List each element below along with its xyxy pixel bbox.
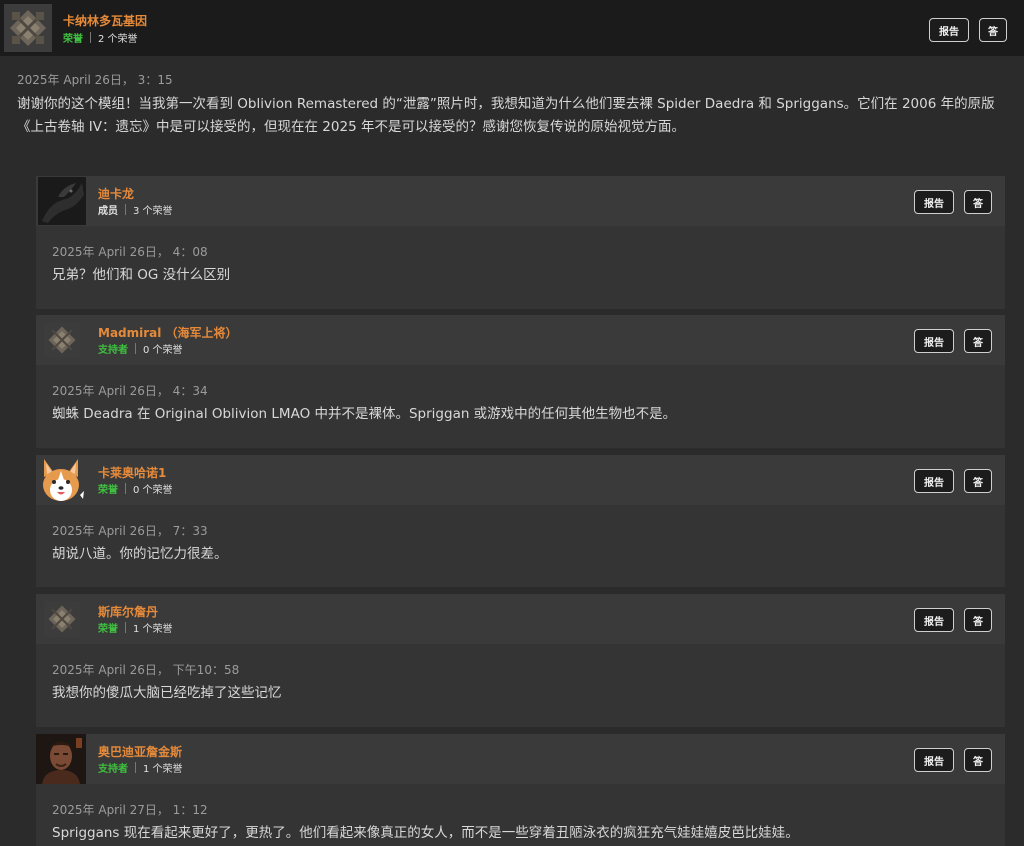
reply-header (36, 176, 1005, 226)
reply-date: 2025年 April 26日， 下午10：58 (52, 663, 240, 677)
author-role: 支持者 (98, 764, 128, 775)
report-button[interactable]: 报告 (914, 748, 954, 772)
author-meta: 支持者 1 个荣誉 (98, 760, 183, 775)
reply-header (36, 594, 1005, 644)
reply-button[interactable]: 答 (964, 469, 992, 493)
author-role: 成员 (98, 206, 118, 217)
diamond-tile-avatar-icon[interactable] (44, 601, 80, 637)
reply-header (36, 455, 1005, 505)
reply-body: 我想你的傻瓜大脑已经吃掉了这些记忆 (52, 685, 282, 701)
comment-thread: 卡纳林多瓦基因 荣誉 2 个荣誉 报告 答 2025年 April 26日， 3：… (0, 0, 1024, 846)
meta-divider (135, 762, 136, 773)
author-honors: 1 个荣誉 (143, 764, 183, 775)
author-avatar-icon[interactable] (4, 4, 52, 52)
author-role: 荣誉 (98, 624, 118, 635)
reply-date: 2025年 April 26日， 4：08 (52, 245, 208, 259)
author-role: 荣誉 (63, 34, 83, 45)
reply-body: 胡说八道。你的记忆力很差。 (52, 546, 228, 562)
report-button[interactable]: 报告 (914, 329, 954, 353)
author-honors: 3 个荣誉 (133, 206, 173, 217)
reply-comment: Madmiral （海军上将） 支持者 0 个荣誉 报告 答 2025年 Apri… (36, 315, 1005, 448)
reply-body: Spriggans 现在看起来更好了，更热了。他们看起来像真正的女人，而不是一些… (52, 825, 799, 841)
author-meta: 支持者 0 个荣誉 (98, 341, 183, 356)
post-header: 卡纳林多瓦基因 荣誉 2 个荣誉 报告 答 (0, 0, 1024, 56)
author-name[interactable]: Madmiral （海军上将） (98, 324, 238, 341)
reply-comment: 卡莱奥哈诺1 荣誉 0 个荣誉 报告 答 2025年 April 26日， 7：3… (36, 455, 1005, 587)
reply-comment: 奥巴迪亚詹金斯 支持者 1 个荣誉 报告 答 2025年 April 27日， 1… (36, 734, 1005, 846)
reply-body: 兄弟？他们和 OG 没什么区别 (52, 267, 231, 283)
corgi-avatar-icon[interactable] (36, 455, 86, 505)
author-role: 荣誉 (98, 485, 118, 496)
author-meta: 荣誉 2 个荣誉 (63, 30, 138, 45)
reply-button[interactable]: 答 (979, 18, 1007, 42)
reply-comment: 斯库尔詹丹 荣誉 1 个荣誉 报告 答 2025年 April 26日， 下午10… (36, 594, 1005, 727)
report-button[interactable]: 报告 (929, 18, 969, 42)
author-honors: 2 个荣誉 (98, 34, 138, 45)
reply-date: 2025年 April 27日， 1：12 (52, 803, 208, 817)
meta-divider (125, 483, 126, 494)
author-honors: 0 个荣誉 (133, 485, 173, 496)
post-body: 谢谢你的这个模组！当我第一次看到 Oblivion Remastered 的“泄… (17, 96, 995, 135)
reply-button[interactable]: 答 (964, 608, 992, 632)
post-date: 2025年 April 26日， 3：15 (17, 73, 173, 87)
portrait-avatar-icon[interactable] (36, 734, 86, 784)
dragon-avatar-icon[interactable] (38, 177, 86, 225)
author-name[interactable]: 奥巴迪亚詹金斯 (98, 743, 182, 760)
author-meta: 荣誉 1 个荣誉 (98, 620, 173, 635)
reply-date: 2025年 April 26日， 4：34 (52, 384, 208, 398)
author-meta: 成员 3 个荣誉 (98, 202, 173, 217)
author-name[interactable]: 卡莱奥哈诺1 (98, 464, 166, 481)
reply-body: 蜘蛛 Deadra 在 Original Oblivion LMAO 中并不是裸… (52, 406, 677, 422)
reply-button[interactable]: 答 (964, 190, 992, 214)
report-button[interactable]: 报告 (914, 608, 954, 632)
meta-divider (125, 622, 126, 633)
meta-divider (135, 343, 136, 354)
report-button[interactable]: 报告 (914, 469, 954, 493)
author-meta: 荣誉 0 个荣誉 (98, 481, 173, 496)
author-name[interactable]: 迪卡龙 (98, 185, 134, 202)
author-role: 支持者 (98, 345, 128, 356)
diamond-tile-avatar-icon[interactable] (44, 322, 80, 358)
reply-date: 2025年 April 26日， 7：33 (52, 524, 208, 538)
author-name[interactable]: 卡纳林多瓦基因 (63, 12, 147, 29)
meta-divider (90, 32, 91, 43)
reply-button[interactable]: 答 (964, 329, 992, 353)
author-name[interactable]: 斯库尔詹丹 (98, 603, 158, 620)
author-honors: 0 个荣誉 (143, 345, 183, 356)
report-button[interactable]: 报告 (914, 190, 954, 214)
reply-button[interactable]: 答 (964, 748, 992, 772)
reply-comment: 迪卡龙 成员 3 个荣誉 报告 答 2025年 April 26日， 4：08 兄… (36, 176, 1005, 309)
meta-divider (125, 204, 126, 215)
author-honors: 1 个荣誉 (133, 624, 173, 635)
